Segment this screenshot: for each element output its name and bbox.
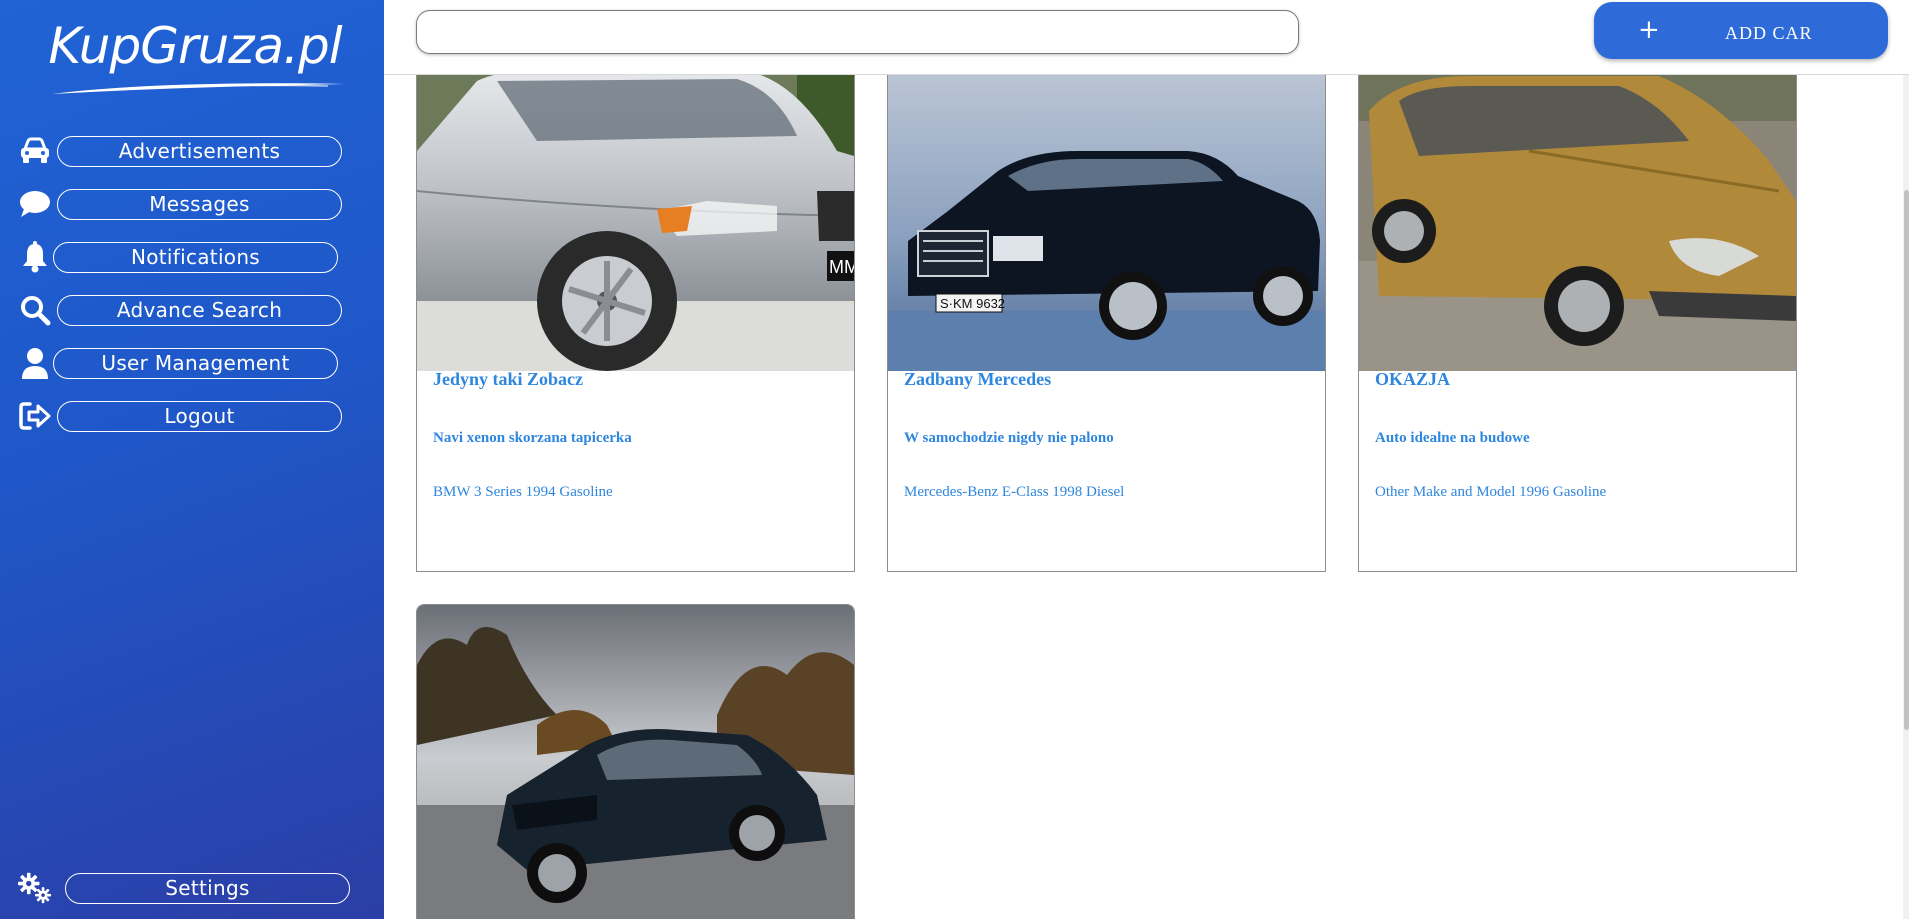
listing-card[interactable]: [416, 604, 855, 919]
plus-icon: +: [1638, 15, 1660, 45]
sidebar-item-label: Messages: [57, 188, 342, 220]
listing-card[interactable]: MM Jedyny taki Zobacz Navi xenon skorzan…: [416, 40, 855, 572]
car-icon: [18, 134, 52, 168]
car-photo: [1359, 41, 1796, 371]
sidebar-item-label: Logout: [57, 400, 342, 432]
sidebar-item-label: Notifications: [53, 241, 338, 273]
sidebar-item-logout[interactable]: Logout: [18, 399, 342, 433]
listing-card[interactable]: S·KM 9632 Zadbany Mercedes W samochodzie…: [887, 40, 1326, 572]
listing-description: Navi xenon skorzana tapicerka: [433, 430, 632, 446]
logo-swoosh-icon: [52, 83, 344, 94]
bell-icon: [18, 240, 52, 274]
car-photo: [417, 605, 854, 919]
listing-meta: BMW 3 Series 1994 Gasoline: [433, 484, 613, 500]
car-photo: MM: [417, 41, 854, 371]
chat-bubble-icon: [18, 187, 52, 221]
user-icon: [18, 346, 52, 380]
listing-description: W samochodzie nigdy nie palono: [904, 430, 1114, 446]
listings-grid: MM Jedyny taki Zobacz Navi xenon skorzan…: [384, 0, 1909, 919]
sidebar-item-label: Advertisements: [57, 135, 342, 167]
gears-icon: [18, 871, 52, 905]
logo-text: KupGruza.pl: [48, 17, 342, 75]
sidebar-item-label: Advance Search: [57, 294, 342, 326]
sidebar-item-messages[interactable]: Messages: [18, 187, 342, 221]
add-car-label: ADD CAR: [1725, 23, 1813, 43]
listing-meta: Other Make and Model 1996 Gasoline: [1375, 484, 1607, 500]
listing-description: Auto idealne na budowe: [1375, 430, 1530, 446]
logout-icon: [18, 399, 52, 433]
license-plate-text: S·KM 9632: [940, 296, 1005, 311]
sidebar-item-settings[interactable]: Settings: [18, 871, 350, 905]
sidebar-item-user-management[interactable]: User Management: [18, 346, 338, 380]
sidebar-item-notifications[interactable]: Notifications: [18, 240, 338, 274]
listing-card[interactable]: OKAZJA Auto idealne na budowe Other Make…: [1358, 40, 1797, 572]
sidebar-item-label: User Management: [53, 347, 338, 379]
listing-title: Jedyny taki Zobacz: [433, 369, 584, 389]
sidebar-item-label: Settings: [65, 872, 350, 904]
license-plate-text: MM: [829, 257, 854, 277]
car-photo: S·KM 9632: [888, 41, 1325, 371]
search-input[interactable]: [416, 10, 1299, 54]
logo[interactable]: KupGruza.pl: [40, 16, 350, 100]
top-bar: + ADD CAR: [384, 0, 1909, 75]
sidebar-item-advance-search[interactable]: Advance Search: [18, 293, 342, 327]
search-icon: [18, 293, 52, 327]
listing-meta: Mercedes-Benz E-Class 1998 Diesel: [904, 484, 1125, 500]
listing-title: OKAZJA: [1375, 369, 1451, 389]
scrollbar-thumb[interactable]: [1904, 190, 1909, 730]
sidebar-item-advertisements[interactable]: Advertisements: [18, 134, 342, 168]
add-car-button[interactable]: + ADD CAR: [1594, 2, 1888, 59]
listing-title: Zadbany Mercedes: [904, 369, 1052, 389]
sidebar: KupGruza.pl Advertisements Messages Noti…: [0, 0, 384, 919]
